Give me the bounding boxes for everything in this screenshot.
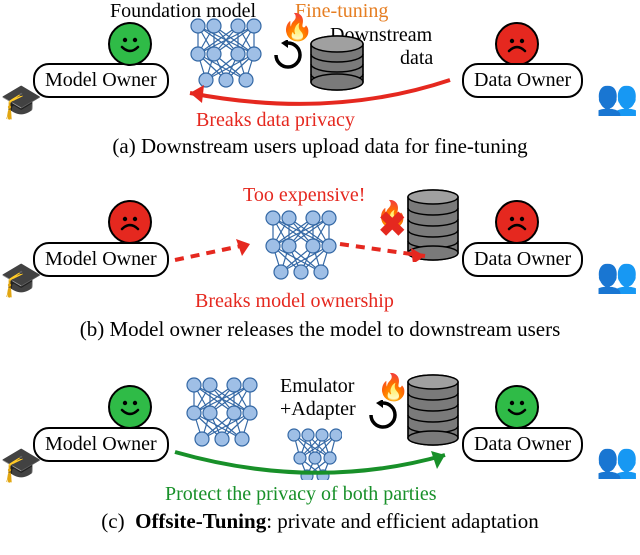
panel-c: 🎓 Model Owner Emulator +Adapter 🔥 — [0, 355, 640, 555]
refresh-icon — [273, 40, 303, 70]
data-owner-text: Data Owner — [474, 69, 571, 91]
caption-b-text: (b) Model owner releases the model to do… — [80, 317, 561, 341]
model-owner-box: Model Owner — [33, 63, 169, 98]
users-icon: 👥 — [596, 441, 638, 481]
model-owner-text: Model Owner — [45, 433, 157, 455]
database-icon — [402, 373, 464, 447]
panel-b: 🎓 Model Owner Too expensive! 🔥 ✖ — [0, 170, 640, 355]
happy-face-icon — [108, 22, 152, 66]
sad-face-icon — [495, 200, 539, 244]
arrow-offsite — [165, 447, 465, 487]
network-icon — [265, 210, 337, 288]
caption-c-rest: : private and efficient adaptation — [266, 509, 539, 533]
panel-a: Foundation model Fine-tuning Downstream … — [0, 0, 640, 170]
label-protect-privacy: Protect the privacy of both parties — [165, 483, 437, 506]
happy-face-icon — [108, 385, 152, 429]
caption-a: (a) Downstream users upload data for fin… — [0, 134, 640, 159]
caption-a-text: (a) Downstream users upload data for fin… — [112, 134, 527, 158]
label-too-expensive: Too expensive! — [243, 184, 365, 207]
label-adapter: +Adapter — [280, 398, 356, 421]
happy-face-icon — [495, 385, 539, 429]
sad-face-icon — [108, 200, 152, 244]
label-breaks-ownership: Breaks model ownership — [195, 290, 394, 313]
model-owner-box: Model Owner — [33, 427, 169, 462]
model-owner-text: Model Owner — [45, 248, 157, 270]
data-owner-text: Data Owner — [474, 248, 571, 270]
users-icon: 👥 — [596, 256, 638, 296]
label-breaks-privacy: Breaks data privacy — [196, 109, 355, 132]
caption-b: (b) Model owner releases the model to do… — [0, 317, 640, 342]
label-emulator: Emulator — [280, 375, 354, 398]
label-data: data — [400, 47, 433, 70]
arrow-release-right — [335, 228, 445, 262]
data-owner-text: Data Owner — [474, 433, 571, 455]
data-owner-box: Data Owner — [462, 63, 583, 98]
data-owner-box: Data Owner — [462, 242, 583, 277]
network-icon — [186, 377, 258, 455]
model-owner-text: Model Owner — [45, 69, 157, 91]
model-owner-box: Model Owner — [33, 242, 169, 277]
caption-c-bold: Offsite-Tuning — [135, 509, 266, 533]
caption-c: (c) Offsite-Tuning: private and efficien… — [0, 509, 640, 534]
data-owner-box: Data Owner — [462, 427, 583, 462]
refresh-icon — [368, 400, 398, 430]
arrow-release-left — [170, 238, 270, 272]
users-icon: 👥 — [596, 78, 638, 118]
sad-face-icon — [495, 22, 539, 66]
